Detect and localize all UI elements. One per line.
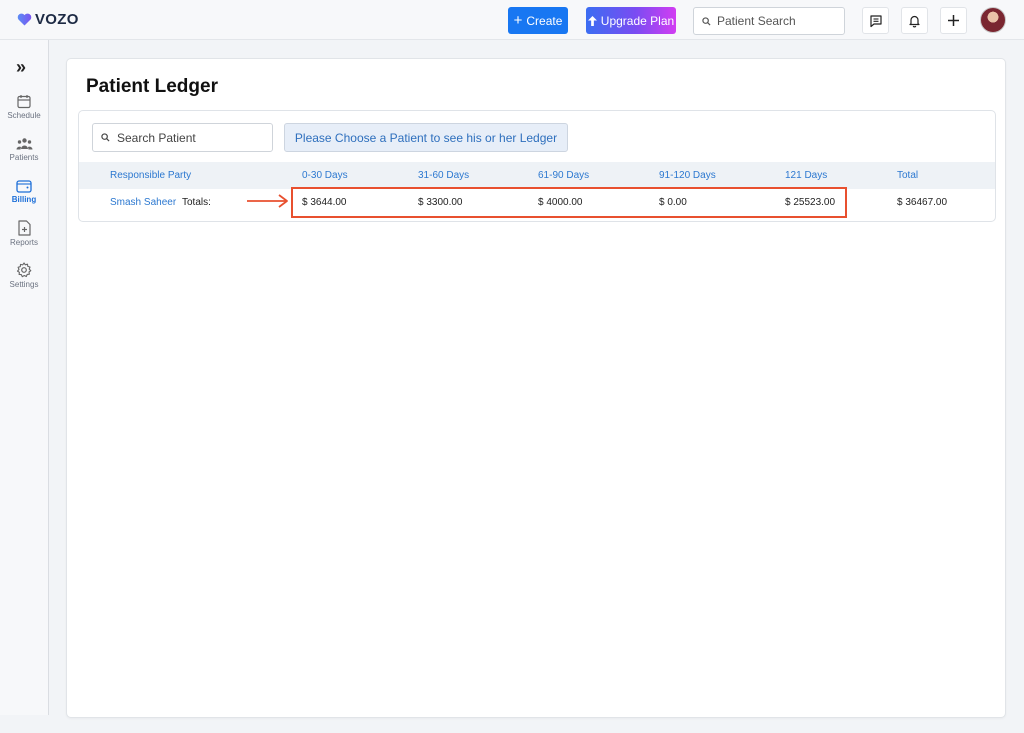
search-icon (702, 16, 711, 26)
sidebar-item-label: Patients (9, 153, 39, 162)
sidebar-item-reports[interactable]: Reports (0, 220, 48, 247)
create-label: Create (526, 13, 563, 28)
table-header: Responsible Party 0-30 Days 31-60 Days 6… (79, 162, 995, 189)
sidebar-item-label: Schedule (7, 111, 41, 120)
patient-ledger-card: Patient Ledger Please Choose a Patient t… (66, 58, 1006, 718)
column-header-31-60-days: 31-60 Days (418, 170, 470, 181)
calendar-icon (17, 95, 31, 109)
sidebar-item-patients[interactable]: Patients (0, 137, 48, 162)
sidebar: » Schedule Patients Billing Reports Sett… (0, 40, 49, 715)
sidebar-item-label: Settings (9, 280, 39, 289)
column-header-total: Total (897, 170, 919, 181)
users-icon (16, 138, 32, 150)
bell-icon (909, 15, 920, 27)
column-header-121-days: 121 Days (785, 170, 828, 181)
column-header-61-90-days: 61-90 Days (538, 170, 590, 181)
column-header-0-30-days: 0-30 Days (302, 170, 348, 181)
plus-icon: + (513, 12, 523, 29)
arrow-up-icon (587, 15, 597, 26)
sidebar-item-settings[interactable]: Settings (0, 262, 48, 289)
plus-icon (948, 15, 959, 26)
notifications-button[interactable] (901, 7, 928, 34)
choose-patient-button[interactable]: Please Choose a Patient to see his or he… (284, 123, 568, 152)
arrow-right-icon (247, 194, 288, 208)
search-icon (101, 133, 110, 142)
sidebar-item-label: Reports (9, 238, 38, 247)
messages-button[interactable] (862, 7, 889, 34)
cell-total: $ 36467.00 (897, 197, 948, 208)
totals-label: Totals: (182, 197, 211, 208)
upgrade-label: Upgrade Plan (600, 13, 675, 28)
message-icon (869, 14, 882, 27)
page-title: Patient Ledger (86, 76, 218, 97)
sidebar-item-schedule[interactable]: Schedule (0, 94, 48, 120)
brand-name: VOZO (35, 11, 79, 28)
sidebar-item-billing[interactable]: Billing (0, 179, 48, 204)
patient-search[interactable] (693, 7, 845, 35)
gear-icon (16, 262, 32, 278)
column-header-responsible-party: Responsible Party (110, 170, 192, 181)
add-button[interactable] (940, 7, 967, 34)
highlight-box (291, 187, 847, 218)
user-avatar[interactable] (980, 7, 1006, 33)
search-patient-input[interactable] (117, 130, 267, 145)
top-bar: VOZO + Create Upgrade Plan (0, 0, 1024, 40)
heart-logo-icon (17, 13, 32, 26)
ledger-panel: Please Choose a Patient to see his or he… (78, 110, 996, 222)
create-button[interactable]: + Create (508, 7, 568, 34)
expand-sidebar-icon[interactable]: » (16, 57, 26, 78)
patient-search-input[interactable] (717, 14, 837, 28)
responsible-party-link[interactable]: Smash Saheer (110, 197, 176, 208)
column-header-91-120-days: 91-120 Days (659, 170, 716, 181)
logo[interactable]: VOZO (17, 11, 79, 28)
sidebar-item-label: Billing (11, 195, 37, 204)
upgrade-plan-button[interactable]: Upgrade Plan (586, 7, 676, 34)
search-patient[interactable] (92, 123, 273, 152)
report-icon (17, 220, 31, 236)
wallet-icon (16, 180, 32, 193)
